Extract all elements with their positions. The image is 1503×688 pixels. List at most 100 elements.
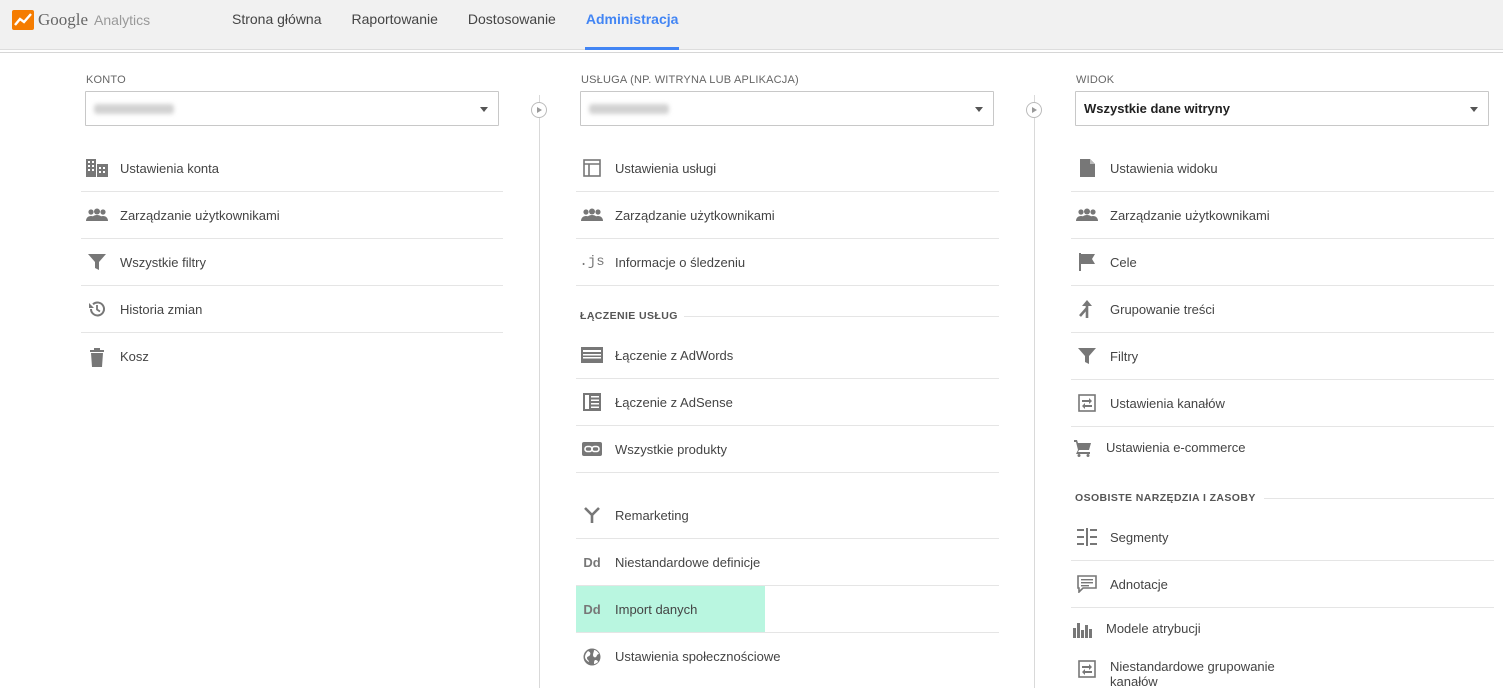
bars-icon [1071, 619, 1095, 639]
adsense-icon [580, 392, 604, 412]
personal-tools-heading: OSOBISTE NARZĘDZIA I ZASOBY [1075, 492, 1256, 504]
account-trash-item[interactable]: Kosz [81, 333, 503, 380]
users-icon [85, 205, 109, 225]
custom-definitions-item[interactable]: Dd Niestandardowe definicje [576, 539, 999, 586]
property-users-item[interactable]: Zarządzanie użytkownikami [576, 192, 999, 239]
cart-icon [1071, 438, 1095, 458]
window-icon [580, 158, 604, 178]
property-select[interactable] [580, 91, 994, 126]
chevron-down-icon [1470, 107, 1478, 112]
header-divider [0, 52, 1503, 53]
adsense-linking-item[interactable]: Łączenie z AdSense [576, 379, 999, 426]
history-icon [85, 299, 109, 319]
adwords-linking-item[interactable]: Łączenie z AdWords [576, 332, 999, 379]
custom-channel-grouping-item[interactable]: Niestandardowe grupowanie kanałów [1071, 652, 1331, 688]
item-label: Ustawienia konta [120, 160, 219, 176]
account-users-item[interactable]: Zarządzanie użytkownikami [81, 192, 503, 239]
account-select[interactable] [85, 91, 499, 126]
channel-settings-item[interactable]: Ustawienia kanałów [1071, 380, 1494, 427]
item-label: Zarządzanie użytkownikami [120, 207, 280, 223]
arrow-right-icon [1026, 102, 1042, 118]
goals-item[interactable]: Cele [1071, 239, 1494, 286]
chevron-down-icon [480, 107, 488, 112]
filter-icon [85, 252, 109, 272]
annotations-item[interactable]: Adnotacje [1071, 561, 1494, 608]
dd-icon: Dd [583, 601, 601, 617]
building-icon [85, 158, 109, 178]
attribution-models-item[interactable]: Modele atrybucji [1067, 605, 1494, 652]
item-label: Modele atrybucji [1106, 621, 1201, 636]
logo-analytics-text: Analytics [94, 12, 151, 28]
item-label: Import danych [615, 601, 698, 617]
remarketing-icon [580, 505, 604, 525]
filter-icon [1075, 346, 1099, 366]
channels-icon [1075, 393, 1099, 413]
google-analytics-logo[interactable]: Google Analytics [12, 8, 150, 32]
item-label: Zarządzanie użytkownikami [615, 207, 775, 223]
item-label: Wszystkie produkty [615, 441, 727, 457]
item-label: Adnotacje [1110, 576, 1168, 592]
property-settings-item[interactable]: Ustawienia usługi [576, 145, 999, 192]
property-label: USŁUGA (NP. WITRYNA LUB APLIKACJA) [581, 74, 799, 86]
item-label: Ustawienia widoku [1110, 160, 1218, 176]
tab-admin[interactable]: Administracja [571, 0, 694, 50]
section-divider [1264, 498, 1494, 499]
item-label: Niestandardowe definicje [615, 554, 761, 570]
link-icon [580, 439, 604, 459]
tab-reporting[interactable]: Raportowanie [337, 0, 453, 50]
view-label: WIDOK [1076, 74, 1115, 86]
item-label: Niestandardowe grupowanie kanałów [1110, 659, 1275, 688]
analytics-logo-icon [12, 10, 34, 30]
dd-icon: Dd [583, 554, 601, 570]
arrow-right-icon [531, 102, 547, 118]
section-divider [684, 316, 999, 317]
account-select-value [94, 104, 174, 114]
tab-customization[interactable]: Dostosowanie [453, 0, 571, 50]
view-filters-item[interactable]: Filtry [1071, 333, 1494, 380]
item-label: Ustawienia usługi [615, 160, 717, 176]
trash-icon [85, 347, 109, 367]
segments-item[interactable]: Segmenty [1071, 514, 1494, 561]
chevron-down-icon [975, 107, 983, 112]
users-icon [580, 205, 604, 225]
column-divider [539, 95, 540, 688]
product-linking-heading: ŁĄCZENIE USŁUG [580, 310, 678, 322]
logo-google-text: Google [38, 10, 89, 29]
item-label: Ustawienia kanałów [1110, 395, 1225, 411]
content-grouping-item[interactable]: Grupowanie treści [1071, 286, 1494, 333]
view-users-item[interactable]: Zarządzanie użytkownikami [1071, 192, 1494, 239]
item-label: Grupowanie treści [1110, 301, 1215, 317]
item-label: Ustawienia społecznościowe [615, 649, 781, 664]
merge-icon [1075, 299, 1099, 319]
view-select-value: Wszystkie dane witryny [1084, 101, 1230, 116]
view-select[interactable]: Wszystkie dane witryny [1075, 91, 1489, 126]
top-bar: Google Analytics Strona główna Raportowa… [0, 0, 1503, 50]
column-divider [1034, 95, 1035, 688]
users-icon [1075, 205, 1099, 225]
flag-icon [1075, 252, 1099, 272]
account-settings-item[interactable]: Ustawienia konta [81, 145, 503, 192]
item-label: Zarządzanie użytkownikami [1110, 207, 1270, 223]
globe-icon [580, 647, 604, 667]
remarketing-item[interactable]: Remarketing [576, 492, 999, 539]
item-label: Wszystkie filtry [120, 254, 206, 270]
item-label: Informacje o śledzeniu [615, 254, 746, 270]
item-label: Ustawienia e-commerce [1106, 440, 1246, 455]
property-tracking-item[interactable]: .js Informacje o śledzeniu [576, 239, 999, 286]
document-icon [1075, 158, 1099, 178]
tab-home[interactable]: Strona główna [217, 0, 337, 50]
item-label: Segmenty [1110, 529, 1169, 545]
data-import-item[interactable]: Dd Import danych [576, 586, 999, 633]
ecommerce-settings-item[interactable]: Ustawienia e-commerce [1067, 424, 1494, 471]
all-products-item[interactable]: Wszystkie produkty [576, 426, 999, 473]
account-filters-item[interactable]: Wszystkie filtry [81, 239, 503, 286]
social-settings-item[interactable]: Ustawienia społecznościowe [576, 633, 999, 680]
main-nav: Strona główna Raportowanie Dostosowanie … [217, 0, 693, 50]
property-select-value [589, 104, 669, 114]
account-history-item[interactable]: Historia zmian [81, 286, 503, 333]
view-settings-item[interactable]: Ustawienia widoku [1071, 145, 1494, 192]
item-label: Remarketing [615, 507, 689, 523]
item-label: Kosz [120, 349, 149, 364]
adwords-icon [580, 345, 604, 365]
segments-icon [1075, 527, 1099, 547]
